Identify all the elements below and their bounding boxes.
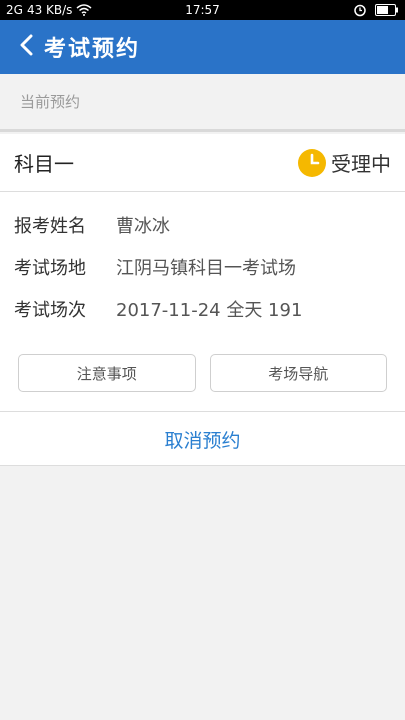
cancel-booking-button[interactable]: 取消预约 (0, 411, 405, 466)
action-buttons: 注意事项 考场导航 (18, 354, 387, 392)
info-value: 曹冰冰 (116, 216, 170, 237)
info-row-session: 考试场次 2017-11-24 全天 191 (0, 288, 405, 330)
status-text: 受理中 (331, 152, 391, 176)
alarm-icon (353, 3, 367, 17)
app-header: 考试预约 (0, 20, 405, 74)
info-key: 考试场次 (14, 300, 86, 321)
info-key: 考试场地 (14, 258, 86, 279)
info-row-venue: 考试场地 江阴马镇科目一考试场 (0, 246, 405, 288)
battery-icon (375, 4, 399, 16)
chevron-left-icon (19, 34, 33, 60)
navigation-button[interactable]: 考场导航 (209, 354, 387, 392)
wifi-icon (76, 4, 92, 16)
info-key: 报考姓名 (14, 216, 86, 237)
clock-icon (297, 148, 327, 178)
section-label: 当前预约 (0, 74, 405, 132)
info-value: 江阴马镇科目一考试场 (116, 258, 296, 279)
info-value: 2017-11-24 全天 191 (116, 300, 303, 321)
status-bar: 2G 43 KB/s 17:57 (0, 0, 405, 20)
network-indicator: 2G (6, 3, 23, 17)
status-badge: 受理中 (297, 148, 391, 178)
notice-button[interactable]: 注意事项 (18, 354, 196, 392)
page-title: 考试预约 (44, 37, 141, 62)
subject-title: 科目一 (14, 152, 74, 176)
booking-card: 科目一 受理中 报考姓名 曹冰冰 考试场地 江阴马镇科目一考试场 考试场次 20… (0, 134, 405, 466)
back-button[interactable] (0, 20, 44, 74)
info-row-name: 报考姓名 曹冰冰 (0, 204, 405, 246)
info-list: 报考姓名 曹冰冰 考试场地 江阴马镇科目一考试场 考试场次 2017-11-24… (0, 192, 405, 330)
network-speed: 43 KB/s (26, 3, 73, 17)
booking-card-header: 科目一 受理中 (0, 134, 405, 192)
